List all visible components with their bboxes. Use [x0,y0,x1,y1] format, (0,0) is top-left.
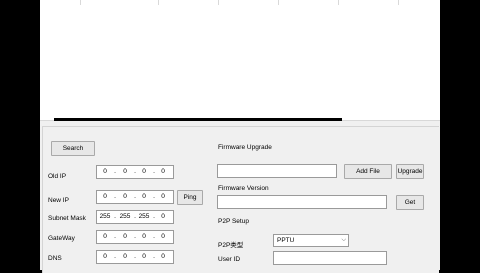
device-list-table[interactable] [40,0,440,121]
octet: 0 [161,213,165,220]
octet: 0 [142,253,146,260]
new-ip-input[interactable]: 0 . 0 . 0 . 0 [96,190,174,204]
old-ip-input[interactable]: 0 . 0 . 0 . 0 [96,165,174,179]
octet: 0 [161,193,165,200]
p2p-type-value: PPTU [277,237,295,244]
subnet-mask-input[interactable]: 255 . 255 . 255 . 0 [96,210,174,224]
horizontal-scrollbar[interactable] [54,118,342,121]
p2p-type-label: P2P类型 [218,242,244,249]
octet: 0 [161,233,165,240]
user-id-label: User ID [218,256,241,263]
firmware-file-input[interactable] [217,164,337,178]
new-ip-label: New IP [48,197,69,204]
get-button[interactable]: Get [396,195,424,210]
firmware-upgrade-label: Firmware Upgrade [218,144,272,151]
dns-input[interactable]: 0 . 0 . 0 . 0 [96,250,174,264]
octet: 0 [123,233,127,240]
subnet-mask-label: Subnet Mask [48,215,86,222]
octet: 255 [119,213,131,220]
octet: 0 [123,168,127,175]
p2p-setup-label: P2P Setup [218,218,249,225]
user-id-input[interactable] [273,251,387,265]
octet: 0 [123,193,127,200]
add-file-button[interactable]: Add File [344,164,392,179]
gateway-label: GateWay [48,235,75,242]
octet: 0 [103,168,107,175]
octet: 0 [103,233,107,240]
chevron-down-icon: ⌵ [341,237,346,243]
upgrade-button[interactable]: Upgrade [396,164,424,179]
octet: 0 [103,193,107,200]
octet: 0 [142,193,146,200]
search-button[interactable]: Search [51,141,95,156]
gateway-input[interactable]: 0 . 0 . 0 . 0 [96,230,174,244]
octet: 0 [142,233,146,240]
octet: 0 [103,253,107,260]
settings-panel: Search Old IP 0 . 0 . 0 . 0 New IP 0 . 0… [42,126,439,273]
p2p-type-select[interactable]: PPTU ⌵ [273,234,349,247]
octet: 0 [161,168,165,175]
octet: 0 [161,253,165,260]
octet: 0 [123,253,127,260]
ping-button[interactable]: Ping [177,190,203,205]
firmware-version-label: Firmware Version [218,185,269,192]
ip-tool-window: Search Old IP 0 . 0 . 0 . 0 New IP 0 . 0… [40,0,440,273]
firmware-version-field[interactable] [217,195,387,209]
old-ip-label: Old IP [48,173,67,180]
octet: 255 [138,213,150,220]
octet: 0 [142,168,146,175]
octet: 255 [99,213,111,220]
dns-label: DNS [48,255,62,262]
